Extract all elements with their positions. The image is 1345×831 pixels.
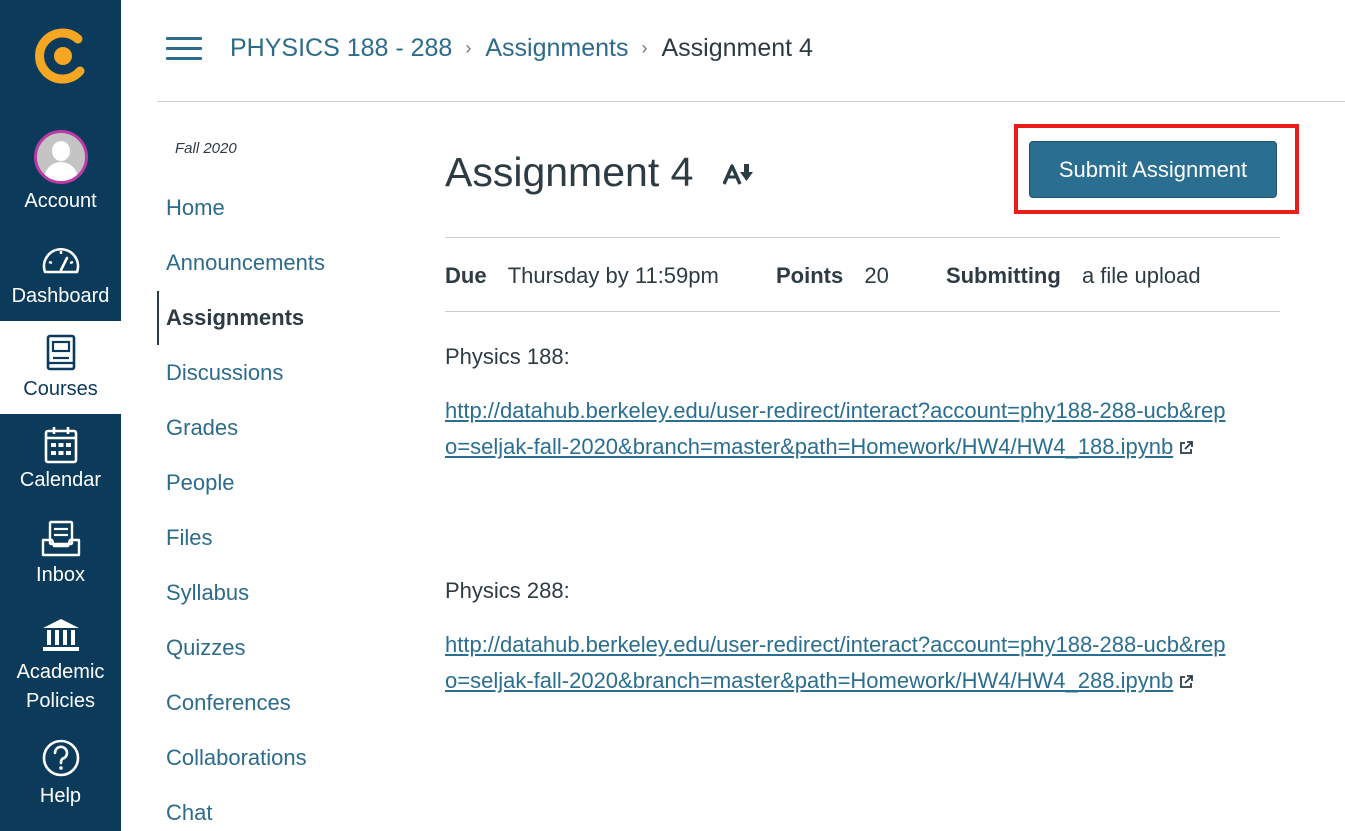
page-title: Assignment 4 (445, 149, 694, 195)
assignment-details: Due Thursday by 11:59pm Points 20 Submit… (445, 260, 1201, 292)
global-nav-calendar[interactable]: Calendar (0, 426, 121, 500)
global-nav-courses[interactable]: Courses (0, 321, 121, 414)
course-nav-people[interactable]: People (166, 468, 235, 498)
course-nav-quizzes[interactable]: Quizzes (166, 633, 245, 663)
global-nav-dashboard[interactable]: Dashboard (0, 244, 121, 314)
course-nav-collaborations[interactable]: Collaborations (166, 743, 307, 773)
course-nav-assignments[interactable]: Assignments (166, 303, 304, 333)
help-icon (42, 739, 79, 777)
course-nav-home[interactable]: Home (166, 193, 225, 223)
course-nav-files[interactable]: Files (166, 523, 212, 553)
inbox-icon (41, 520, 80, 557)
hamburger-menu-icon[interactable] (166, 37, 202, 61)
chevron-right-icon: › (641, 38, 648, 58)
points-value: 20 (864, 263, 889, 288)
global-nav-dashboard-label: Dashboard (11, 285, 110, 307)
global-nav-help[interactable]: Help (0, 738, 121, 814)
external-link-icon (1180, 441, 1194, 454)
breadcrumb-assignments-link[interactable]: Assignments (485, 30, 628, 66)
divider (445, 237, 1280, 238)
immersive-reader-icon[interactable] (723, 162, 755, 186)
global-nav-inbox-label: Inbox (36, 564, 85, 586)
notebook-link-188[interactable]: http://datahub.berkeley.edu/user-redirec… (445, 393, 1235, 465)
course-term: Fall 2020 (175, 140, 237, 157)
global-nav-academic-policies[interactable]: Academic Policies (0, 617, 121, 723)
course-nav-grades[interactable]: Grades (166, 413, 238, 443)
notebook-link-288-text: http://datahub.berkeley.edu/user-redirec… (445, 632, 1226, 693)
courses-icon (46, 334, 75, 371)
submit-assignment-button[interactable]: Submit Assignment (1029, 141, 1277, 198)
course-nav-syllabus[interactable]: Syllabus (166, 578, 249, 608)
course-nav-discussions[interactable]: Discussions (166, 358, 283, 388)
global-nav-calendar-label: Calendar (19, 469, 102, 491)
external-link-icon (1180, 675, 1194, 688)
global-nav: Account Dashboard Courses Calendar Inbox… (0, 0, 121, 831)
dashboard-icon (42, 248, 79, 274)
course-nav-announcements[interactable]: Announcements (166, 248, 325, 278)
global-nav-academic-policies-label: Academic Policies (16, 661, 105, 712)
course-nav-chat[interactable]: Chat (166, 798, 212, 828)
due-value: Thursday by 11:59pm (507, 263, 719, 288)
breadcrumb: PHYSICS 188 - 288 › Assignments › Assign… (230, 30, 813, 66)
active-indicator (157, 291, 159, 345)
submitting-value: a file upload (1081, 263, 1201, 288)
divider (445, 311, 1280, 312)
global-nav-account[interactable]: Account (0, 130, 121, 224)
global-nav-help-label: Help (39, 785, 82, 807)
notebook-link-188-text: http://datahub.berkeley.edu/user-redirec… (445, 398, 1226, 459)
notebook-link-288[interactable]: http://datahub.berkeley.edu/user-redirec… (445, 627, 1235, 699)
points-label: Points (775, 263, 844, 288)
course-nav-conferences[interactable]: Conferences (166, 688, 291, 718)
calendar-icon (44, 427, 77, 464)
section-heading: Physics 288: (445, 578, 570, 603)
chevron-right-icon: › (465, 38, 472, 58)
page-header: PHYSICS 188 - 288 › Assignments › Assign… (157, 0, 1345, 102)
institution-icon (42, 619, 79, 651)
section-heading: Physics 188: (445, 344, 570, 369)
breadcrumb-course-link[interactable]: PHYSICS 188 - 288 (230, 30, 452, 66)
avatar (33, 130, 88, 184)
breadcrumb-current: Assignment 4 (661, 34, 813, 62)
global-nav-inbox[interactable]: Inbox (0, 520, 121, 594)
due-label: Due (445, 263, 487, 288)
global-nav-courses-label: Courses (23, 378, 98, 400)
global-nav-account-label: Account (24, 190, 97, 212)
canvas-logo-icon[interactable] (0, 14, 121, 98)
submitting-label: Submitting (945, 263, 1061, 288)
